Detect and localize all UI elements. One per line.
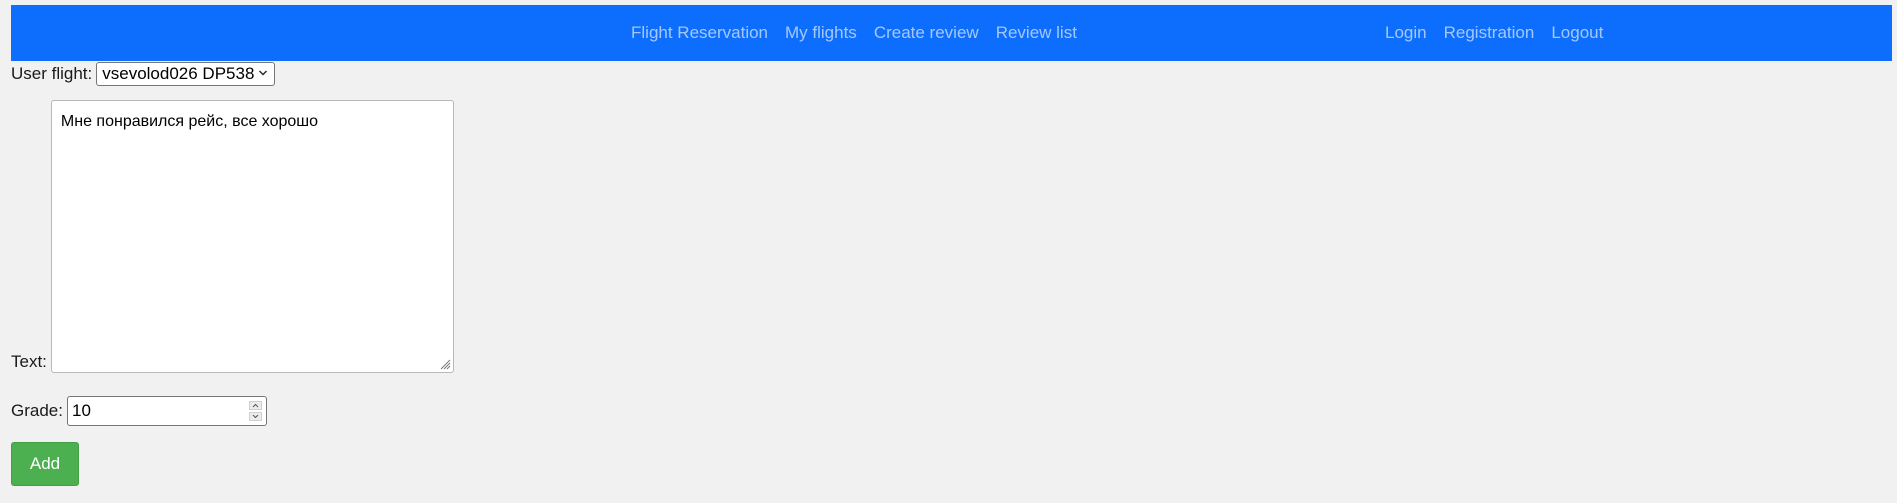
grade-label: Grade: [11,401,63,420]
add-button[interactable]: Add [11,442,79,486]
spinner-up-icon[interactable] [248,401,262,410]
review-text-row: Text: Мне понравился рейс, все хорошо [11,100,454,373]
nav-link-flight-reservation[interactable]: Flight Reservation [631,23,768,43]
review-text-label: Text: [11,352,47,371]
grade-value: 10 [71,401,91,420]
user-flight-row: User flight: vsevolod026 DP538 [11,62,276,86]
nav-link-create-review[interactable]: Create review [874,23,979,43]
chevron-down-icon [259,70,268,76]
user-flight-label: User flight: [11,64,93,83]
top-navbar: Flight Reservation My flights Create rev… [11,5,1892,61]
grade-row: Grade: 10 [11,396,267,426]
grade-spinner [248,401,262,421]
main-nav: Flight Reservation My flights Create rev… [631,5,1094,61]
user-flight-select[interactable]: vsevolod026 DP538 [96,62,276,86]
resize-grip-icon[interactable] [439,358,451,370]
nav-link-registration[interactable]: Registration [1444,23,1535,43]
spinner-down-icon[interactable] [248,412,262,421]
nav-link-review-list[interactable]: Review list [996,23,1077,43]
auth-nav: Login Registration Logout [1385,5,1620,61]
review-text-value: Мне понравился рейс, все хорошо [60,113,319,130]
nav-link-logout[interactable]: Logout [1551,23,1603,43]
review-text-area[interactable]: Мне понравился рейс, все хорошо [50,100,454,373]
nav-link-my-flights[interactable]: My flights [785,23,857,43]
user-flight-selected-value: vsevolod026 DP538 [102,64,255,83]
grade-input[interactable]: 10 [66,396,267,426]
nav-link-login[interactable]: Login [1385,23,1427,43]
